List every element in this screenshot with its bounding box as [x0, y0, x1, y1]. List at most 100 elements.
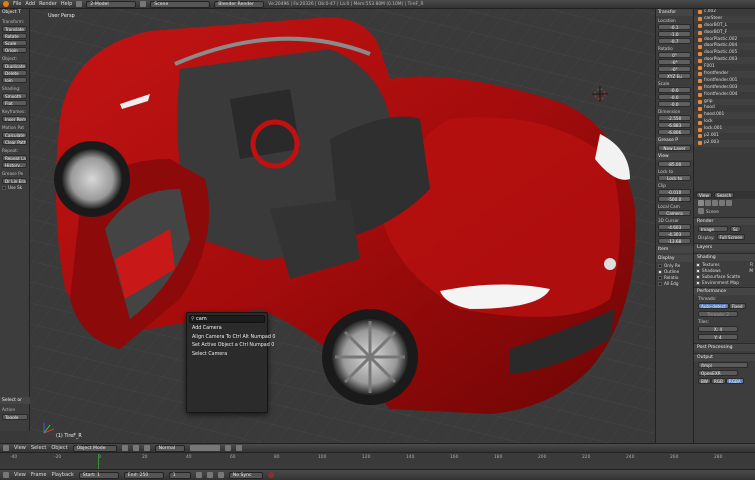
smooth-button[interactable]: Smooth	[2, 93, 27, 99]
delete-button[interactable]: Delete	[2, 70, 27, 76]
dimensions-z-field[interactable]: -6.806	[658, 129, 691, 135]
pivot-point-icon[interactable]	[132, 445, 139, 451]
timeline[interactable]: -40 -20 0 20 40 60 80 100 120 140 160 180 200 220 240 2…	[0, 452, 755, 469]
relationship-lines-checkbox[interactable]: Relatio	[658, 275, 691, 280]
color-rgba-button[interactable]: RGBA	[725, 378, 744, 384]
record-icon[interactable]	[267, 472, 274, 478]
render-tab-icon[interactable]	[698, 200, 704, 206]
current-frame-marker[interactable]	[98, 454, 99, 469]
world-tab-icon[interactable]	[712, 200, 718, 206]
interaction-mode-select[interactable]: Object Mode	[72, 444, 117, 452]
outliner-item[interactable]: frontfender.003	[694, 84, 755, 92]
snap-icon[interactable]	[224, 445, 231, 451]
search-result-select-camera[interactable]: Select Camera	[187, 351, 267, 360]
properties-search-menu[interactable]: Search	[713, 192, 735, 198]
color-bw-button[interactable]: BW	[698, 378, 711, 384]
scale-x-field[interactable]: -0.0	[658, 87, 691, 93]
repeat-last-button[interactable]: Repeat La	[2, 155, 27, 161]
display-select[interactable]: Full Screen	[716, 234, 746, 240]
menu-object[interactable]: Object	[51, 445, 67, 451]
editor-type-icon[interactable]	[3, 472, 9, 478]
outliner-item[interactable]: lock.001	[694, 126, 755, 134]
search-result-align-camera[interactable]: Align Camera To Ctrl Alt Numpad 0	[187, 334, 275, 343]
location-y-field[interactable]: -1.0	[658, 31, 691, 37]
origin-button[interactable]: Origin	[2, 47, 27, 53]
outline-checkbox[interactable]: Outline	[658, 269, 691, 274]
menu-select[interactable]: Select	[31, 445, 46, 451]
clear-path-button[interactable]: Clear Path	[2, 139, 27, 145]
search-result-set-active-camera[interactable]: Set Active Object a Ctrl Numpad 0	[187, 342, 274, 351]
timeline-menu-frame[interactable]: Frame	[31, 472, 47, 478]
render-second-button[interactable]: Sc	[730, 226, 741, 232]
location-z-field[interactable]: -0.7	[658, 38, 691, 44]
outliner-item[interactable]: c.002	[694, 9, 755, 16]
search-input[interactable]: ⚲ cam	[189, 315, 265, 323]
insert-remove-keyframe-button[interactable]: Inser Rem	[2, 116, 27, 122]
editor-type-icon[interactable]	[3, 445, 9, 451]
menu-render[interactable]: Render	[39, 1, 57, 7]
location-x-field[interactable]: -0.1	[658, 24, 691, 30]
3d-viewport[interactable]: User Persp (1) TireF_R	[30, 9, 655, 443]
menu-view[interactable]: View	[14, 445, 26, 451]
shadows-checkbox[interactable]: Shadows M	[696, 268, 753, 273]
rotation-mode-select[interactable]: XYZ Eu	[658, 73, 691, 79]
scene-tab-icon[interactable]	[705, 200, 711, 206]
new-layer-button[interactable]: New Layer	[658, 145, 691, 151]
material-tab-icon[interactable]	[726, 200, 732, 206]
play-icon[interactable]	[206, 472, 213, 478]
rotation-z-field[interactable]: -0°	[658, 66, 691, 72]
rotate-button[interactable]: Rotate	[2, 33, 27, 39]
outliner-item[interactable]: frontfender.004	[694, 92, 755, 99]
outliner-item[interactable]: doorBOT_F	[694, 29, 755, 37]
environment-map-checkbox[interactable]: Environment Map	[696, 280, 753, 285]
performance-panel-header[interactable]: Performance	[694, 287, 755, 295]
color-rgb-button[interactable]: RGB	[710, 378, 726, 384]
screen-layout-select[interactable]: 2-Model	[86, 0, 137, 8]
render-image-button[interactable]: Image	[698, 226, 728, 232]
translate-button[interactable]: Translate	[2, 26, 27, 32]
local-camera-field[interactable]: Camera	[658, 210, 691, 216]
jump-end-icon[interactable]	[217, 472, 224, 478]
layers-panel-header[interactable]: Layers	[694, 243, 755, 251]
sync-mode-select[interactable]: No Sync	[228, 471, 263, 479]
start-frame-field[interactable]: Start: 1	[78, 471, 119, 479]
cursor-y-field[interactable]: -4.303	[658, 231, 691, 237]
timeline-menu-view[interactable]: View	[14, 472, 26, 478]
menu-file[interactable]: File	[13, 1, 21, 7]
current-frame-field[interactable]: 1	[168, 471, 191, 479]
object-tab-icon[interactable]	[719, 200, 725, 206]
jump-start-icon[interactable]	[195, 472, 202, 478]
manipulator-icon[interactable]	[143, 445, 150, 451]
post-processing-panel-header[interactable]: Post Processing	[694, 343, 755, 351]
transform-orientation-select[interactable]: Normal	[154, 444, 185, 452]
cursor-z-field[interactable]: -13.68	[658, 238, 691, 244]
outliner-item[interactable]: p2.001	[694, 133, 755, 140]
end-frame-field[interactable]: End: 250	[123, 471, 164, 479]
lock-to-field[interactable]: Lock to	[658, 175, 691, 181]
duplicate-button[interactable]: Duplicate	[2, 63, 27, 69]
lens-field[interactable]: -85.00	[658, 161, 691, 167]
output-panel-header[interactable]: Output	[694, 353, 755, 361]
tiles-x-field[interactable]: X: 4	[698, 326, 738, 332]
join-button[interactable]: Join	[2, 77, 27, 83]
subsurface-checkbox[interactable]: Subsurface Scatte	[696, 274, 753, 279]
shading-panel-header[interactable]: Shading	[694, 253, 755, 261]
action-select[interactable]: Toggle	[2, 414, 28, 420]
draw-line-erase-buttons[interactable]: Dr Lin Era	[2, 178, 27, 184]
outliner-item[interactable]: doorBOT_L	[694, 23, 755, 30]
scene-select[interactable]: Scene	[150, 0, 211, 8]
outliner-item[interactable]: frontfender	[694, 71, 755, 78]
outliner-item[interactable]: frontfender.001	[694, 78, 755, 85]
viewport-shading-icon[interactable]	[121, 445, 128, 451]
clip-start-field[interactable]: -0.010	[658, 189, 691, 195]
outliner-item[interactable]: carSteer	[694, 15, 755, 23]
threads-fixed-button[interactable]: Fixed	[728, 303, 746, 309]
rotation-x-field[interactable]: 0°	[658, 52, 691, 58]
menu-add[interactable]: Add	[25, 1, 35, 7]
clip-end-field[interactable]: -500.0	[658, 196, 691, 202]
flat-button[interactable]: Flat	[2, 100, 27, 106]
scale-z-field[interactable]: -0.0	[658, 101, 691, 107]
textures-checkbox[interactable]: Textures R	[696, 262, 753, 267]
threads-count-field[interactable]: Threads: 2	[698, 311, 738, 317]
rotation-y-field[interactable]: -0°	[658, 59, 691, 65]
